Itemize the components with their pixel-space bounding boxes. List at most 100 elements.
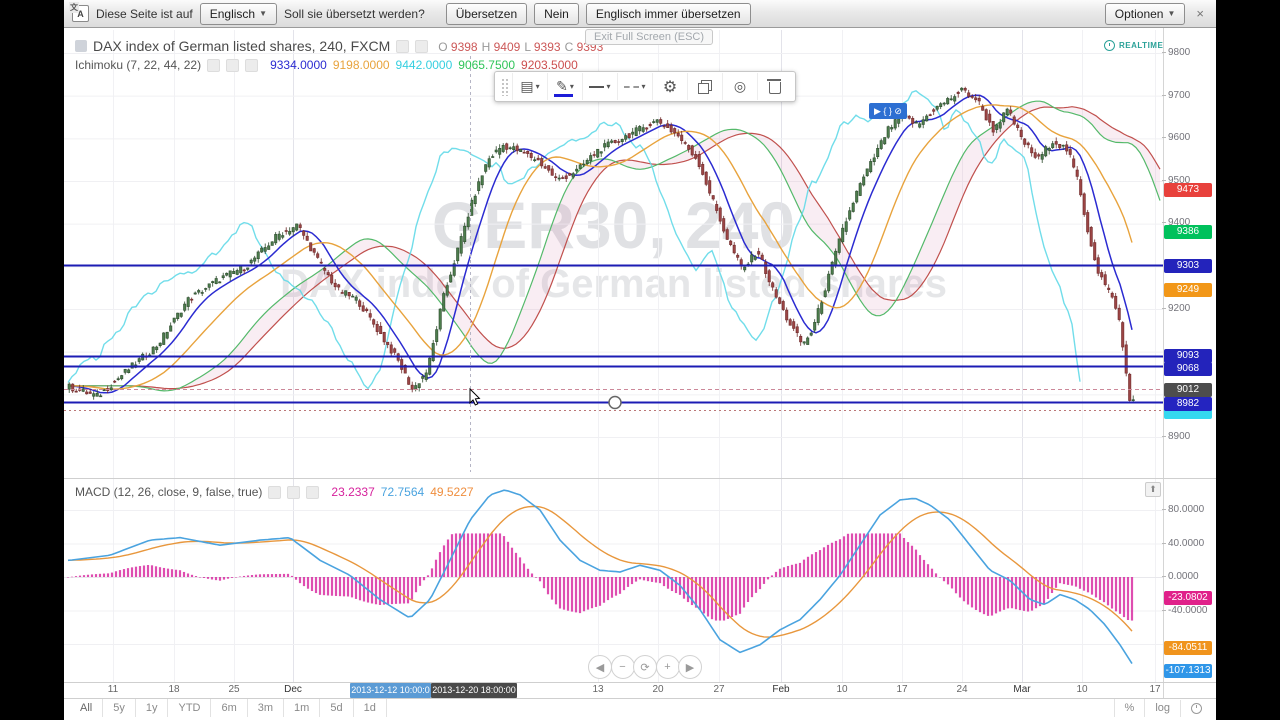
nav-button[interactable]: + <box>655 655 680 679</box>
chart-plot[interactable] <box>64 0 1216 720</box>
time-tick: 17 <box>1149 684 1161 695</box>
macd-series <box>66 489 1134 665</box>
close-icon[interactable]: × <box>1192 6 1208 21</box>
line-color-button[interactable]: ✎ ▾ <box>547 73 582 100</box>
indicator-value: 9065.7500 <box>458 58 516 72</box>
clone-button[interactable] <box>687 73 722 100</box>
time-tick: Dec <box>284 684 302 695</box>
drag-handle-icon[interactable] <box>501 77 509 96</box>
realtime-badge: REALTIME <box>1104 40 1163 51</box>
range-toolbar: All 5y 1y YTD 6m 3m 1m 5d 1d <box>70 699 387 717</box>
range-button-6m[interactable]: 6m <box>211 699 248 717</box>
macd-label: MACD (12, 26, close, 9, false, true) <box>75 485 263 499</box>
translation-question: Soll sie übersetzt werden? <box>284 6 425 21</box>
maximize-pane-icon[interactable]: ⬆ <box>1145 482 1161 497</box>
session-clock-button[interactable] <box>1180 699 1212 717</box>
ichimoku-label: Ichimoku (7, 22, 44, 22) <box>75 58 202 72</box>
drawn-lines <box>64 56 1163 472</box>
macd-line <box>67 489 1133 665</box>
visibility-button[interactable]: ◎ <box>722 73 757 100</box>
indicator-action-icon[interactable] <box>306 485 320 499</box>
range-button-all[interactable]: All <box>70 699 104 717</box>
indicator-action-icon[interactable] <box>226 58 240 72</box>
nav-button[interactable]: ⟳ <box>633 655 657 679</box>
range-button-5d[interactable]: 5d <box>320 699 354 717</box>
ohlc-label: C <box>564 40 574 54</box>
range-button-3m[interactable]: 3m <box>248 699 285 717</box>
chart-title: DAX index of German listed shares, 240, … <box>93 38 391 54</box>
indicator-action-icon[interactable] <box>268 485 282 499</box>
signal-line <box>67 505 1133 638</box>
macd-values: 23.2337 72.7564 49.5227 <box>325 485 473 499</box>
exit-fullscreen-tooltip: Exit Full Screen (ESC) <box>585 29 714 45</box>
eye-icon: ◎ <box>733 78 747 94</box>
ichimoku-values: 9334.0000 9198.0000 9442.0000 9065.7500 9203… <box>264 58 578 72</box>
indicator-value: 9334.0000 <box>270 58 327 72</box>
indicator-value: 49.5227 <box>430 485 474 499</box>
range-button-1y[interactable]: 1y <box>136 699 169 717</box>
indicator-value: 9198.0000 <box>332 58 390 72</box>
price-label: 9303 <box>1164 259 1212 273</box>
chevron-down-icon: ▾ <box>606 82 611 91</box>
price-tick: 8900 <box>1162 431 1214 442</box>
log-scale-toggle[interactable]: log <box>1144 699 1180 717</box>
line-width-button[interactable]: ▾ <box>582 73 617 100</box>
price-label: -84.0511 <box>1164 641 1212 655</box>
language-dropdown[interactable]: Englisch ▼ <box>199 2 277 25</box>
tenkan-line <box>67 94 1133 394</box>
nav-button[interactable]: ◀ <box>588 655 612 679</box>
indicator-action-icon[interactable] <box>207 58 221 72</box>
settings-button[interactable]: ⚙ <box>652 73 687 100</box>
chevron-down-icon: ▾ <box>569 82 574 91</box>
replay-badge[interactable]: ▶ { } ⊘ <box>869 103 907 119</box>
indicator-action-icon[interactable] <box>287 485 301 499</box>
pane-divider[interactable] <box>64 478 1216 479</box>
no-button[interactable]: Nein <box>534 2 579 25</box>
title-action-icon[interactable] <box>415 39 429 53</box>
time-tick: 10 <box>1076 684 1088 695</box>
delete-button[interactable] <box>757 73 792 100</box>
price-tick: 0.0000 <box>1162 571 1214 582</box>
indicator-value: 23.2337 <box>331 485 375 499</box>
time-tick: 24 <box>956 684 968 695</box>
line-style-button[interactable]: ▾ <box>617 73 652 100</box>
chevron-down-icon: ▼ <box>259 9 267 18</box>
time-tick: 27 <box>713 684 725 695</box>
nav-button[interactable]: ▶ <box>678 655 702 679</box>
line-handle[interactable] <box>608 395 622 410</box>
ichimoku-cloud <box>68 101 1160 391</box>
ohlc-values: O 9398 H 9409 L 9393 C 9393 <box>434 38 603 54</box>
range-button-ytd[interactable]: YTD <box>168 699 212 717</box>
time-tick: 25 <box>228 684 240 695</box>
clock-icon <box>1191 702 1202 714</box>
price-tick: 9600 <box>1162 132 1214 143</box>
ohlc-value: 9409 <box>490 40 521 54</box>
range-button-1d[interactable]: 1d <box>354 699 387 717</box>
time-badge: 2013-12-20 18:00:00 <box>431 683 517 698</box>
percent-scale-toggle[interactable]: % <box>1113 699 1145 717</box>
price-tick: 80.0000 <box>1162 504 1214 515</box>
senkou-b-line <box>68 106 1161 390</box>
indicator-action-icon[interactable] <box>245 58 259 72</box>
line-template-button[interactable]: ▤ ▾ <box>512 73 547 100</box>
title-action-icon[interactable] <box>396 39 410 53</box>
senkou-a-line <box>68 100 1161 392</box>
nav-button[interactable]: − <box>610 655 635 679</box>
price-label: 8982 <box>1164 397 1212 411</box>
translate-button[interactable]: Übersetzen <box>445 2 528 25</box>
range-button-5y[interactable]: 5y <box>103 699 136 717</box>
price-label: -107.1313 <box>1164 664 1212 678</box>
range-button-1m[interactable]: 1m <box>284 699 321 717</box>
scale-toolbar: % log <box>1113 699 1212 717</box>
time-tick: Feb <box>772 684 790 695</box>
always-translate-button[interactable]: Englisch immer übersetzen <box>585 2 751 25</box>
translate-icon: A <box>69 2 89 22</box>
ohlc-value: 9393 <box>530 40 561 54</box>
chevron-down-icon: ▼ <box>1167 9 1176 18</box>
drawing-toolbar: ▤ ▾ ✎ ▾ ▾ ▾ ⚙ ◎ <box>494 71 796 102</box>
options-button[interactable]: Optionen ▼ <box>1104 2 1186 25</box>
time-axis-border <box>64 682 1216 683</box>
price-tick: 9700 <box>1162 90 1214 101</box>
translation-message: Diese Seite ist auf <box>96 6 193 21</box>
translation-bar: A Diese Seite ist auf Englisch ▼ Soll si… <box>64 0 1216 28</box>
